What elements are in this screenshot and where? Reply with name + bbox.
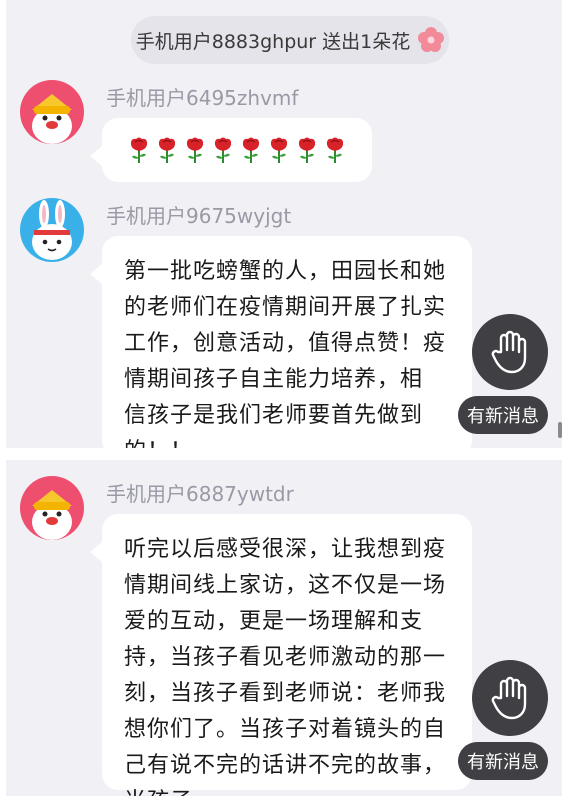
gift-notification: 手机用户8883ghpur 送出1朵花 xyxy=(131,16,449,64)
message-bubble[interactable]: 听完以后感受很深，让我想到疫 情期间线上家访，这不仅是一场 爱的互动，更是一场理… xyxy=(90,514,472,796)
message-line: 信孩子是我们老师要首先做到 xyxy=(124,403,424,428)
message-line: 刻，当孩子看到老师说：老师我 xyxy=(124,681,447,706)
message-line: 爱的互动，更是一场理解和支 xyxy=(124,609,424,634)
bunny-avatar-icon xyxy=(20,198,84,262)
hand-icon xyxy=(491,676,527,720)
message-username: 手机用户6887ywtdr xyxy=(106,482,294,506)
message-line: 的！！ xyxy=(124,434,452,448)
message-bubble[interactable]: 第一批吃螃蟹的人，田园长和她 的老师们在疫情期间开展了扎实 工作，创意活动，值得… xyxy=(90,236,472,448)
message-bubble[interactable] xyxy=(90,118,372,182)
message-line: 当孩子 xyxy=(124,784,452,796)
message-line: 想你们了。当孩子对着镜头的自 xyxy=(124,717,447,742)
message-line: 持，当孩子看见老师激动的那一 xyxy=(124,645,447,670)
message-text: 第一批吃螃蟹的人，田园长和她 的老师们在疫情期间开展了扎实 工作，创意活动，值得… xyxy=(102,236,472,448)
hand-icon xyxy=(491,330,527,374)
message-text: 听完以后感受很深，让我想到疫 情期间线上家访，这不仅是一场 爱的互动，更是一场理… xyxy=(102,514,472,796)
chick-avatar-icon xyxy=(20,80,84,144)
gift-notification-text: 手机用户8883ghpur 送出1朵花 xyxy=(135,30,411,53)
message-line: 听完以后感受很深，让我想到疫 xyxy=(124,537,447,562)
chick-avatar-icon xyxy=(20,476,84,540)
scrollbar-thumb[interactable] xyxy=(558,422,562,438)
chat-panel-bottom: 手机用户6887ywtdr 听完以后感受很深，让我想到疫 情期间线上家访，这不仅… xyxy=(6,460,562,796)
new-message-button[interactable]: 有新消息 xyxy=(458,742,548,780)
rose-emoji-row xyxy=(102,118,372,164)
message-line: 的老师们在疫情期间开展了扎实 xyxy=(124,295,447,320)
avatar[interactable] xyxy=(20,198,84,262)
rose-icon xyxy=(184,136,206,164)
raise-hand-button[interactable] xyxy=(472,314,548,390)
new-message-button[interactable]: 有新消息 xyxy=(458,396,548,434)
message-username: 手机用户6495zhvmf xyxy=(106,86,299,110)
rose-icon xyxy=(296,136,318,164)
raise-hand-button[interactable] xyxy=(472,660,548,736)
avatar[interactable] xyxy=(20,476,84,540)
message-line: 第一批吃螃蟹的人，田园长和她 xyxy=(124,259,447,284)
avatar[interactable] xyxy=(20,80,84,144)
message-line: 情期间孩子自主能力培养，相 xyxy=(124,367,424,392)
message-username: 手机用户9675wyjgt xyxy=(106,204,292,228)
rose-icon xyxy=(240,136,262,164)
rose-icon xyxy=(128,136,150,164)
rose-icon xyxy=(324,136,346,164)
message-line: 情期间线上家访，这不仅是一场 xyxy=(124,573,447,598)
rose-icon xyxy=(268,136,290,164)
message-line: 己有说不完的话讲不完的故事， xyxy=(124,753,447,778)
rose-icon xyxy=(156,136,178,164)
flower-icon xyxy=(418,27,445,53)
message-line: 工作，创意活动，值得点赞！疫 xyxy=(124,331,447,356)
chat-panel-top: 手机用户8883ghpur 送出1朵花 手机用户6495zhvmf 手机用户96… xyxy=(6,0,562,448)
rose-icon xyxy=(212,136,234,164)
